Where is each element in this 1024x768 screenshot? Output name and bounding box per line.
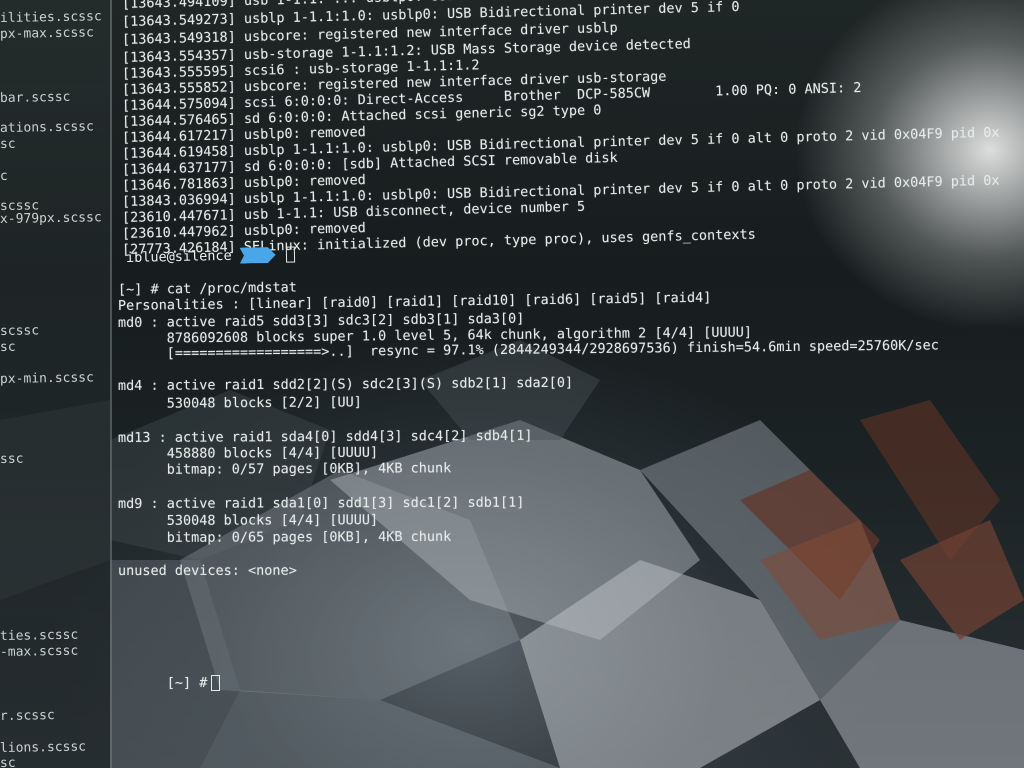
- file-list-item[interactable]: ties.scssc: [0, 628, 78, 644]
- screen: ilities.scssc px-max.scssc bar.scssc ati…: [0, 0, 1024, 768]
- mdstat-line: bitmap: 0/57 pages [0KB], 4KB chunk: [117, 460, 452, 478]
- terminal[interactable]: [13643.494109] usb 1-1.1: ... usblp0: US…: [114, 0, 1024, 768]
- final-prompt[interactable]: [~] #: [118, 659, 221, 707]
- file-list-item[interactable]: c: [0, 169, 8, 184]
- file-list-item[interactable]: ssc: [0, 452, 24, 467]
- mdstat-line: md4 : active raid1 sdd2[2](S) sdc2[3](S)…: [117, 374, 574, 394]
- file-list-item[interactable]: -max.scssc: [0, 644, 78, 660]
- file-list-pane: ilities.scssc px-max.scssc bar.scssc ati…: [0, 0, 112, 768]
- cursor: [211, 675, 221, 691]
- file-list-item[interactable]: px-max.scssc: [0, 25, 94, 42]
- file-list-item[interactable]: sc: [0, 340, 16, 355]
- mdstat-line: unused devices: <none>: [117, 562, 297, 579]
- file-list-item[interactable]: ilities.scssc: [0, 9, 102, 26]
- mdstat-line: 458880 blocks [4/4] [UUUU]: [117, 444, 379, 462]
- shell-prompt: iblue@silence: [126, 246, 295, 266]
- file-list-item[interactable]: bar.scssc: [0, 90, 71, 106]
- final-prompt-text: [~] #: [166, 675, 208, 691]
- mdstat-line: md13 : active raid1 sda4[0] sdd4[3] sdc4…: [117, 427, 533, 446]
- mdstat-line: 530048 blocks [2/2] [UU]: [117, 394, 362, 412]
- file-list-item[interactable]: scssc: [0, 323, 39, 339]
- mdstat-line: md9 : active raid1 sda1[0] sdd1[3] sdc1[…: [117, 494, 525, 512]
- file-list-item[interactable]: sc: [0, 756, 16, 768]
- file-list-item[interactable]: ations.scssc: [0, 119, 94, 136]
- file-list-item[interactable]: sc: [0, 137, 16, 152]
- file-list-item[interactable]: lions.scssc: [0, 739, 86, 756]
- file-list-item[interactable]: r.scssc: [0, 708, 55, 724]
- mdstat-line: bitmap: 0/65 pages [0KB], 4KB chunk: [117, 528, 452, 546]
- powerline-segment: [239, 247, 275, 264]
- prompt-user: iblue@silence: [125, 247, 232, 266]
- file-list-item[interactable]: x-979px.scssc: [0, 210, 102, 227]
- mdstat-line: 530048 blocks [4/4] [UUUU]: [117, 512, 379, 529]
- cursor: [285, 246, 295, 263]
- file-list-item[interactable]: px-min.scssc: [0, 370, 94, 387]
